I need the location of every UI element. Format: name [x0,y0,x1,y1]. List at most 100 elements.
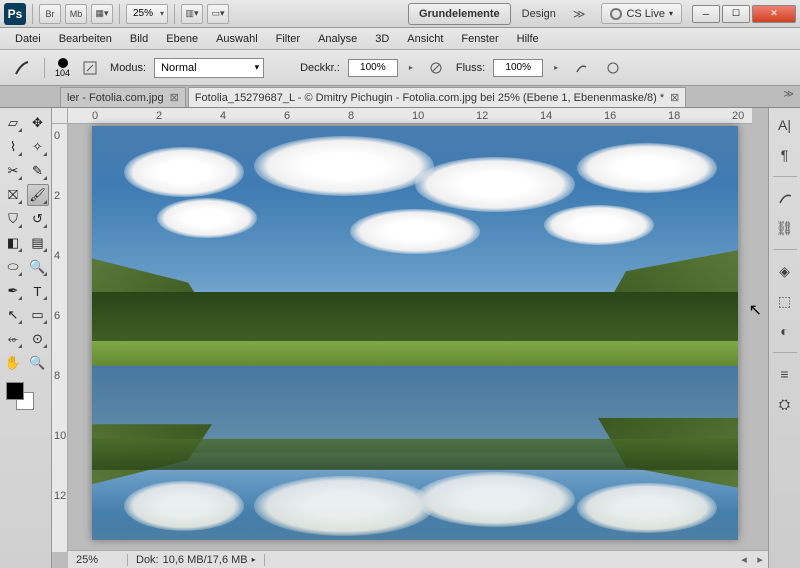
canvas-area: 02468101214161820 024681012 [52,108,768,568]
ruler-origin[interactable] [52,108,68,124]
cs-live-button[interactable]: CS Live ▾ [601,3,682,24]
dodge-tool[interactable]: 🔍 [27,256,49,278]
brushes-panel-icon[interactable] [774,187,796,209]
brush-panel-button[interactable] [78,56,102,80]
menu-bar: Datei Bearbeiten Bild Ebene Auswahl Filt… [0,28,800,50]
healing-tool[interactable]: ⛝ [2,184,24,206]
adjustments-panel-icon[interactable]: ≡ [774,363,796,385]
blend-mode-select[interactable]: Normal [154,58,264,78]
layers-panel-icon[interactable]: ◈ [774,260,796,282]
horizontal-ruler[interactable]: 02468101214161820 [68,108,752,124]
document-tab-2[interactable]: Fotolia_15279687_L - © Dmitry Pichugin -… [188,87,687,107]
brush-size-label: 104 [55,68,70,78]
arrange-button[interactable]: ▥▾ [181,4,203,24]
document-tabs: ler - Fotolia.com.jpg ⊠ Fotolia_15279687… [0,86,800,108]
color-swatches[interactable] [6,382,49,416]
clone-panel-icon[interactable]: ⛓ [774,217,796,239]
menu-auswahl[interactable]: Auswahl [207,30,267,48]
flow-slider-icon[interactable]: ▸ [551,59,561,77]
marquee-tool[interactable]: ✥ [27,112,49,134]
tab-close-icon[interactable]: ⊠ [670,91,679,104]
crop-tool[interactable]: ✂ [2,160,24,182]
tablet-opacity-button[interactable] [424,56,448,80]
history-brush-tool[interactable]: ↺ [27,208,49,230]
path-select-tool[interactable]: ↖ [2,304,24,326]
menu-bearbeiten[interactable]: Bearbeiten [50,30,121,48]
mode-label: Modus: [110,62,146,74]
scroll-left-icon[interactable]: ◂ [736,553,752,566]
airbrush-button[interactable] [569,56,593,80]
paths-panel-icon[interactable]: ⬚ [774,290,796,312]
image-content [92,126,738,540]
menu-ebene[interactable]: Ebene [157,30,207,48]
document-canvas[interactable] [92,126,738,540]
screen-mode-button[interactable]: ▭▾ [207,4,229,24]
brush-tool[interactable]: 🖌 [27,184,49,206]
cursor-icon: ↖ [749,300,762,320]
tab-title: ler - Fotolia.com.jpg [67,92,164,104]
tablet-size-button[interactable] [601,56,625,80]
flow-label: Fluss: [456,62,485,74]
menu-bild[interactable]: Bild [121,30,157,48]
styles-panel-icon[interactable]: ⛭ [774,393,796,415]
vertical-ruler[interactable]: 024681012 [52,124,68,552]
wand-tool[interactable]: ✧ [27,136,49,158]
opacity-input[interactable]: 100% [348,59,398,77]
3d-camera-tool[interactable]: ⊙ [27,328,49,350]
cslive-icon [610,8,622,20]
move-tool[interactable]: ▱ [2,112,24,134]
brush-preview[interactable]: 104 [55,58,70,78]
document-tab-1[interactable]: ler - Fotolia.com.jpg ⊠ [60,87,186,107]
pen-tool[interactable]: ✒ [2,280,24,302]
options-bar: 104 Modus: Normal Deckkr.: 100% ▸ Fluss:… [0,50,800,86]
workspace-tab-grundelemente[interactable]: Grundelemente [408,3,511,25]
tab-title: Fotolia_15279687_L - © Dmitry Pichugin -… [195,92,664,104]
hand-tool[interactable]: ✋ [2,352,24,374]
zoom-tool[interactable]: 🔍 [27,352,49,374]
menu-filter[interactable]: Filter [267,30,309,48]
tools-panel: ▱ ✥ ⌇ ✧ ✂ ✎ ⛝ 🖌 ⛉ ↺ ◧ ▤ ⬭ 🔍 ✒ T ↖ ▭ ⬰ ⊙ … [0,108,52,568]
tabs-overflow-button[interactable]: ≫ [784,89,794,100]
maximize-button[interactable]: ☐ [722,5,750,23]
bridge-button[interactable]: Br [39,4,61,24]
opacity-slider-icon[interactable]: ▸ [406,59,416,77]
status-zoom[interactable]: 25% [68,554,128,566]
lasso-tool[interactable]: ⌇ [2,136,24,158]
stamp-tool[interactable]: ⛉ [2,208,24,230]
channels-panel-icon[interactable]: ◐ [774,320,796,342]
menu-analyse[interactable]: Analyse [309,30,366,48]
menu-ansicht[interactable]: Ansicht [398,30,452,48]
tool-preset-icon[interactable] [10,56,34,80]
paragraph-panel-icon[interactable]: ¶ [774,144,796,166]
character-panel-icon[interactable]: A| [774,114,796,136]
minimize-button[interactable]: ─ [692,5,720,23]
eyedropper-tool[interactable]: ✎ [27,160,49,182]
status-doc-size[interactable]: Dok: 10,6 MB/17,6 MB ▸ [128,554,265,566]
3d-tool[interactable]: ⬰ [2,328,24,350]
zoom-level-combo[interactable]: 25% [126,4,168,24]
workspace-tab-design[interactable]: Design [511,3,567,25]
eraser-tool[interactable]: ◧ [2,232,24,254]
opacity-label: Deckkr.: [300,62,340,74]
app-logo: Ps [4,3,26,25]
menu-3d[interactable]: 3D [366,30,398,48]
tab-close-icon[interactable]: ⊠ [170,91,179,104]
view-options-button[interactable]: ▦▾ [91,4,113,24]
blur-tool[interactable]: ⬭ [2,256,24,278]
collapsed-panels: A| ¶ ⛓ ◈ ⬚ ◐ ≡ ⛭ [768,108,800,568]
menu-hilfe[interactable]: Hilfe [508,30,548,48]
close-button[interactable]: ✕ [752,5,796,23]
cslive-label: CS Live [626,8,665,20]
brush-dot-icon [58,58,68,68]
scroll-right-icon[interactable]: ▸ [752,553,768,566]
menu-fenster[interactable]: Fenster [452,30,507,48]
title-bar: Ps Br Mb ▦▾ 25% ▥▾ ▭▾ Grundelemente Desi… [0,0,800,28]
workspace-more-button[interactable]: ≫ [567,7,592,21]
shape-tool[interactable]: ▭ [27,304,49,326]
gradient-tool[interactable]: ▤ [27,232,49,254]
foreground-color-swatch[interactable] [6,382,24,400]
flow-input[interactable]: 100% [493,59,543,77]
minibridge-button[interactable]: Mb [65,4,87,24]
menu-datei[interactable]: Datei [6,30,50,48]
type-tool[interactable]: T [27,280,49,302]
